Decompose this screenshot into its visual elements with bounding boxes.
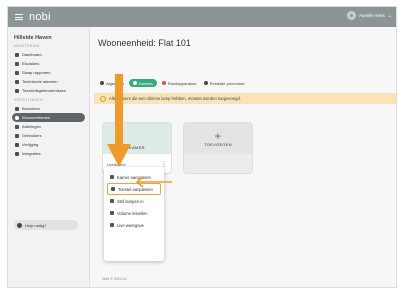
sidebar-item-label: Slaap rapporten — [22, 70, 51, 75]
sidebar-item-label: Technische alarmen — [22, 79, 58, 84]
volume-icon — [110, 211, 114, 215]
sidebar: Hillside Haven MONITORING Dashboard Eisd… — [8, 27, 90, 287]
page-footer: Nobi © 2019-24 — [102, 277, 127, 281]
lamp-icon — [110, 199, 114, 203]
help-button[interactable]: Hulp nodig? — [14, 220, 78, 230]
eye-icon — [15, 88, 19, 93]
sidebar-item-label: Gebruikers — [22, 133, 42, 138]
tab-label: Rondalle procedure — [209, 80, 245, 86]
sidebar-item-label: Wooneenheden — [22, 115, 51, 120]
dashboard-icon — [15, 52, 19, 57]
menu-item-label: Live weergave — [117, 222, 145, 228]
sidebar-item-departments[interactable]: Afdelingen — [12, 122, 85, 131]
menu-item-set-volume[interactable]: Volume instellen — [107, 207, 161, 219]
top-bar: nobi Aurelie Hens ⌄ — [8, 7, 396, 27]
menu-item-label: Volume instellen — [117, 210, 148, 216]
section-settings: INSTELLINGEN — [14, 98, 43, 102]
pencil-icon — [111, 187, 115, 191]
annotation-arrow-down-icon — [107, 74, 131, 167]
help-label: Hulp nodig? — [25, 222, 47, 228]
sidebar-item-label: Eisdaldes — [22, 61, 40, 66]
info-banner: Alle kamers die een slimme lamp hebben, … — [94, 93, 396, 104]
chevron-down-icon: ⌄ — [387, 12, 392, 19]
app-window: nobi Aurelie Hens ⌄ Hillside Haven MONIT… — [7, 6, 397, 288]
sidebar-item-integrations[interactable]: Integraties — [12, 149, 85, 158]
menu-icon[interactable] — [15, 14, 23, 20]
user-group-icon — [15, 133, 19, 138]
integration-icon — [15, 151, 19, 156]
sidebar-item-users[interactable]: Gebruikers — [12, 131, 85, 140]
sidebar-item-label: Verlijging — [22, 142, 39, 147]
sidebar-item-sleep-reports[interactable]: Slaap rapporten — [12, 68, 85, 77]
tab-label: Kamers — [139, 80, 153, 86]
sidebar-item-residents[interactable]: Bewoners — [12, 104, 85, 113]
sidebar-item-label: Integraties — [22, 151, 41, 156]
unit-icon — [15, 115, 19, 120]
add-room-label: TOEVOEGEN — [204, 141, 232, 147]
user-menu[interactable]: Aurelie Hens ⌄ — [347, 11, 392, 20]
procedure-icon — [203, 81, 208, 85]
kebab-menu-icon[interactable]: ⋮ — [161, 162, 167, 168]
menu-item-live-view[interactable]: Live weergave — [107, 219, 161, 231]
sidebar-item-eisdaldes[interactable]: Eisdaldes — [12, 59, 85, 68]
sidebar-item-label: Bewoners — [22, 106, 40, 111]
users-icon — [15, 106, 19, 111]
tab-rooms[interactable]: Kamers — [129, 79, 157, 87]
rooms-icon — [133, 81, 138, 85]
alarm-icon — [15, 79, 19, 84]
plus-icon: + — [214, 128, 222, 143]
sidebar-item-dashboard[interactable]: Dashboard — [12, 50, 85, 59]
help-icon — [17, 222, 22, 228]
lock-icon — [15, 142, 19, 147]
history-icon — [110, 223, 114, 227]
pencil-icon — [110, 175, 114, 179]
tab-peripherals[interactable]: Randapparatuur — [160, 80, 199, 87]
sidebar-item-label: Dashboard — [22, 52, 42, 57]
peripherals-icon — [161, 81, 166, 85]
sidebar-item-living-units[interactable]: Wooneenheden — [12, 113, 85, 122]
menu-item-set-lamps[interactable]: Stel lampen in — [107, 195, 161, 207]
section-monitoring: MONITORING — [14, 44, 40, 48]
building-icon — [15, 124, 19, 129]
sidebar-item-technical-alarms[interactable]: Technische alarmen — [12, 77, 85, 86]
user-name: Aurelie Hens — [359, 13, 385, 18]
annotation-arrow-left-icon — [135, 176, 172, 188]
main-content: Wooneenheid: Flat 101 Algemeen Kamers Ra… — [90, 27, 396, 287]
sidebar-item-security[interactable]: Verlijging — [12, 140, 85, 149]
avatar — [347, 11, 357, 20]
sidebar-item-label: Toezichtsgebeurtenissen — [22, 88, 67, 93]
sidebar-item-supervision-events[interactable]: Toezichtsgebeurtenissen — [12, 86, 85, 95]
pin-icon — [15, 61, 19, 66]
general-icon — [100, 81, 104, 85]
add-room-card[interactable]: + TOEVOEGEN — [183, 122, 253, 174]
page-title: Wooneenheid: Flat 101 — [98, 38, 191, 48]
tab-procedure[interactable]: Rondalle procedure — [202, 80, 247, 87]
organisation-name: Hillside Haven — [14, 35, 52, 41]
brand-logo: nobi — [29, 11, 51, 23]
tab-label: Randapparatuur — [167, 80, 197, 86]
sidebar-item-label: Afdelingen — [22, 124, 41, 129]
bed-icon — [15, 70, 19, 75]
menu-item-label: Stel lampen in — [117, 198, 144, 204]
